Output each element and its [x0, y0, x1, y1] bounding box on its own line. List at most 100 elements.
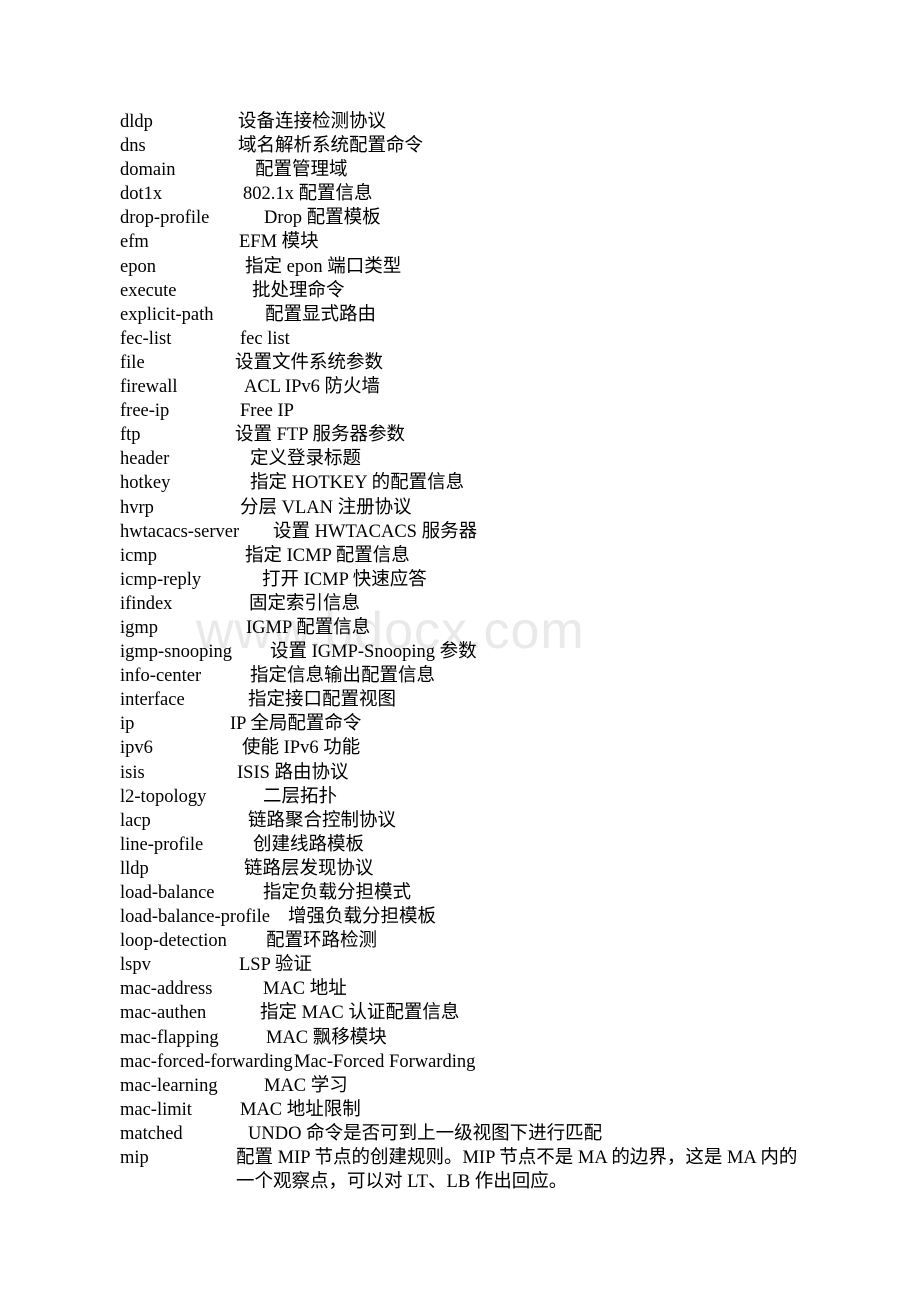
command-row: firewall ACL IPv6 防火墙: [0, 375, 920, 399]
command-description: 二层拓扑: [263, 786, 338, 807]
command-row: mac-address MAC 地址: [0, 977, 920, 1001]
command-row: explicit-path 配置显式路由: [0, 303, 920, 327]
command-row: file 设置文件系统参数: [0, 351, 920, 375]
command-row: header 定义登录标题: [0, 447, 920, 471]
command-description: 设置 FTP 服务器参数: [235, 425, 405, 446]
command-row: hwtacacs-server 设置 HWTACACS 服务器: [0, 520, 920, 544]
command-name: ftp: [120, 425, 141, 446]
command-name: file: [120, 352, 145, 373]
command-description: 链路层发现协议: [244, 858, 374, 879]
command-row: mip 配置 MIP 节点的创建规则。MIP 节点不是 MA 的边界，这是 MA …: [0, 1146, 920, 1170]
command-row: mac-learning MAC 学习: [0, 1074, 920, 1098]
command-row: igmp IGMP 配置信息: [0, 616, 920, 640]
command-description: 打开 ICMP 快速应答: [262, 569, 427, 590]
command-description: 配置 MIP 节点的创建规则。MIP 节点不是 MA 的边界，这是 MA 内的: [236, 1148, 798, 1169]
command-name: mac-address: [120, 979, 213, 1000]
command-name: dot1x: [120, 184, 163, 205]
command-name: dns: [120, 136, 146, 157]
command-description: 批处理命令: [252, 280, 345, 301]
command-description: 设置 HWTACACS 服务器: [273, 521, 478, 542]
command-row: info-center 指定信息输出配置信息: [0, 664, 920, 688]
command-name: igmp-snooping: [120, 642, 233, 663]
command-row: ipv6 使能 IPv6 功能: [0, 736, 920, 760]
command-name: lspv: [120, 955, 151, 976]
command-row: lspv LSP 验证: [0, 953, 920, 977]
command-name: hotkey: [120, 473, 171, 494]
command-row: dldp 设备连接检测协议: [0, 110, 920, 134]
command-list: dldp 设备连接检测协议 dns 域名解析系统配置命令 domain 配置管理域 dot1…: [0, 0, 920, 1194]
command-description: 设置 IGMP-Snooping 参数: [270, 642, 477, 663]
command-name: lldp: [120, 858, 149, 879]
command-description: 指定 HOTKEY 的配置信息: [250, 473, 465, 494]
command-description: 指定信息输出配置信息: [250, 666, 436, 687]
command-description: 分层 VLAN 注册协议: [240, 497, 412, 518]
command-row: load-balance-profile 增强负载分担模板: [0, 905, 920, 929]
command-description: 指定接口配置视图: [248, 690, 397, 711]
command-name: epon: [120, 256, 156, 277]
command-description: 设备连接检测协议: [238, 112, 387, 132]
command-description: LSP 验证: [239, 955, 312, 976]
command-description: UNDO 命令是否可到上一级视图下进行匹配: [248, 1123, 603, 1144]
command-row: free-ip Free IP: [0, 399, 920, 423]
command-name: mac-limit: [120, 1099, 192, 1120]
command-row: interface 指定接口配置视图: [0, 688, 920, 712]
command-description: 配置管理域: [255, 160, 348, 181]
command-name: mip: [120, 1148, 149, 1169]
command-row: isis ISIS 路由协议: [0, 761, 920, 785]
command-name: line-profile: [120, 834, 204, 855]
command-name: explicit-path: [120, 304, 214, 325]
command-name: firewall: [120, 377, 178, 398]
command-name: lacp: [120, 810, 151, 831]
command-name: domain: [120, 160, 176, 181]
command-row: mac-forced-forwarding Mac-Forced Forwardi…: [0, 1050, 920, 1074]
command-name: interface: [120, 690, 185, 711]
command-name: efm: [120, 232, 149, 253]
command-description: MAC 飘移模块: [266, 1027, 387, 1048]
command-description: 域名解析系统配置命令: [238, 136, 424, 157]
command-row: efm EFM 模块: [0, 230, 920, 254]
command-description: MAC 地址限制: [240, 1099, 361, 1120]
command-row: fec-list fec list: [0, 327, 920, 351]
command-name: execute: [120, 280, 177, 301]
command-description: 设置文件系统参数: [235, 352, 384, 373]
command-row: hotkey 指定 HOTKEY 的配置信息: [0, 471, 920, 495]
command-name: isis: [120, 762, 145, 783]
command-name: header: [120, 449, 170, 470]
command-description: IP 全局配置命令: [230, 714, 362, 735]
command-row: lacp 链路聚合控制协议: [0, 809, 920, 833]
command-description: ISIS 路由协议: [237, 762, 349, 783]
command-description: 配置环路检测: [266, 931, 378, 952]
command-row: hvrp 分层 VLAN 注册协议: [0, 496, 920, 520]
command-description: fec list: [240, 328, 290, 349]
command-row: mac-authen 指定 MAC 认证配置信息: [0, 1001, 920, 1025]
command-name: matched: [120, 1123, 183, 1144]
command-row: lldp 链路层发现协议: [0, 857, 920, 881]
command-description: 指定负载分担模式: [263, 883, 412, 903]
command-description: 使能 IPv6 功能: [242, 738, 361, 759]
command-description: MAC 学习: [264, 1075, 348, 1096]
command-name: hvrp: [120, 497, 154, 518]
command-row: dot1x 802.1x 配置信息: [0, 182, 920, 206]
command-description-continuation: 一个观察点，可以对 LT、LB 作出回应。: [236, 1172, 568, 1193]
command-row: ifindex 固定索引信息: [0, 592, 920, 616]
command-row: icmp 指定 ICMP 配置信息: [0, 544, 920, 568]
command-row: execute 批处理命令: [0, 279, 920, 303]
command-name: loop-detection: [120, 931, 227, 952]
command-name: ifindex: [120, 593, 173, 614]
command-name: icmp: [120, 545, 157, 566]
command-row: loop-detection 配置环路检测: [0, 929, 920, 953]
command-name: mac-authen: [120, 1003, 207, 1024]
command-description: EFM 模块: [239, 232, 319, 253]
command-description: 配置显式路由: [265, 304, 377, 325]
command-name: hwtacacs-server: [120, 521, 240, 542]
command-row: mac-flapping MAC 飘移模块: [0, 1026, 920, 1050]
command-description: 增强负载分担模板: [288, 907, 437, 928]
command-name: icmp-reply: [120, 569, 202, 590]
command-description: 链路聚合控制协议: [248, 810, 397, 831]
command-description: Free IP: [240, 401, 294, 422]
command-row: drop-profile Drop 配置模板: [0, 206, 920, 230]
command-description-continuation-row: 一个观察点，可以对 LT、LB 作出回应。: [0, 1170, 920, 1194]
command-row: icmp-reply 打开 ICMP 快速应答: [0, 568, 920, 592]
command-name: mac-learning: [120, 1075, 218, 1096]
command-name: mac-forced-forwarding: [120, 1051, 293, 1072]
